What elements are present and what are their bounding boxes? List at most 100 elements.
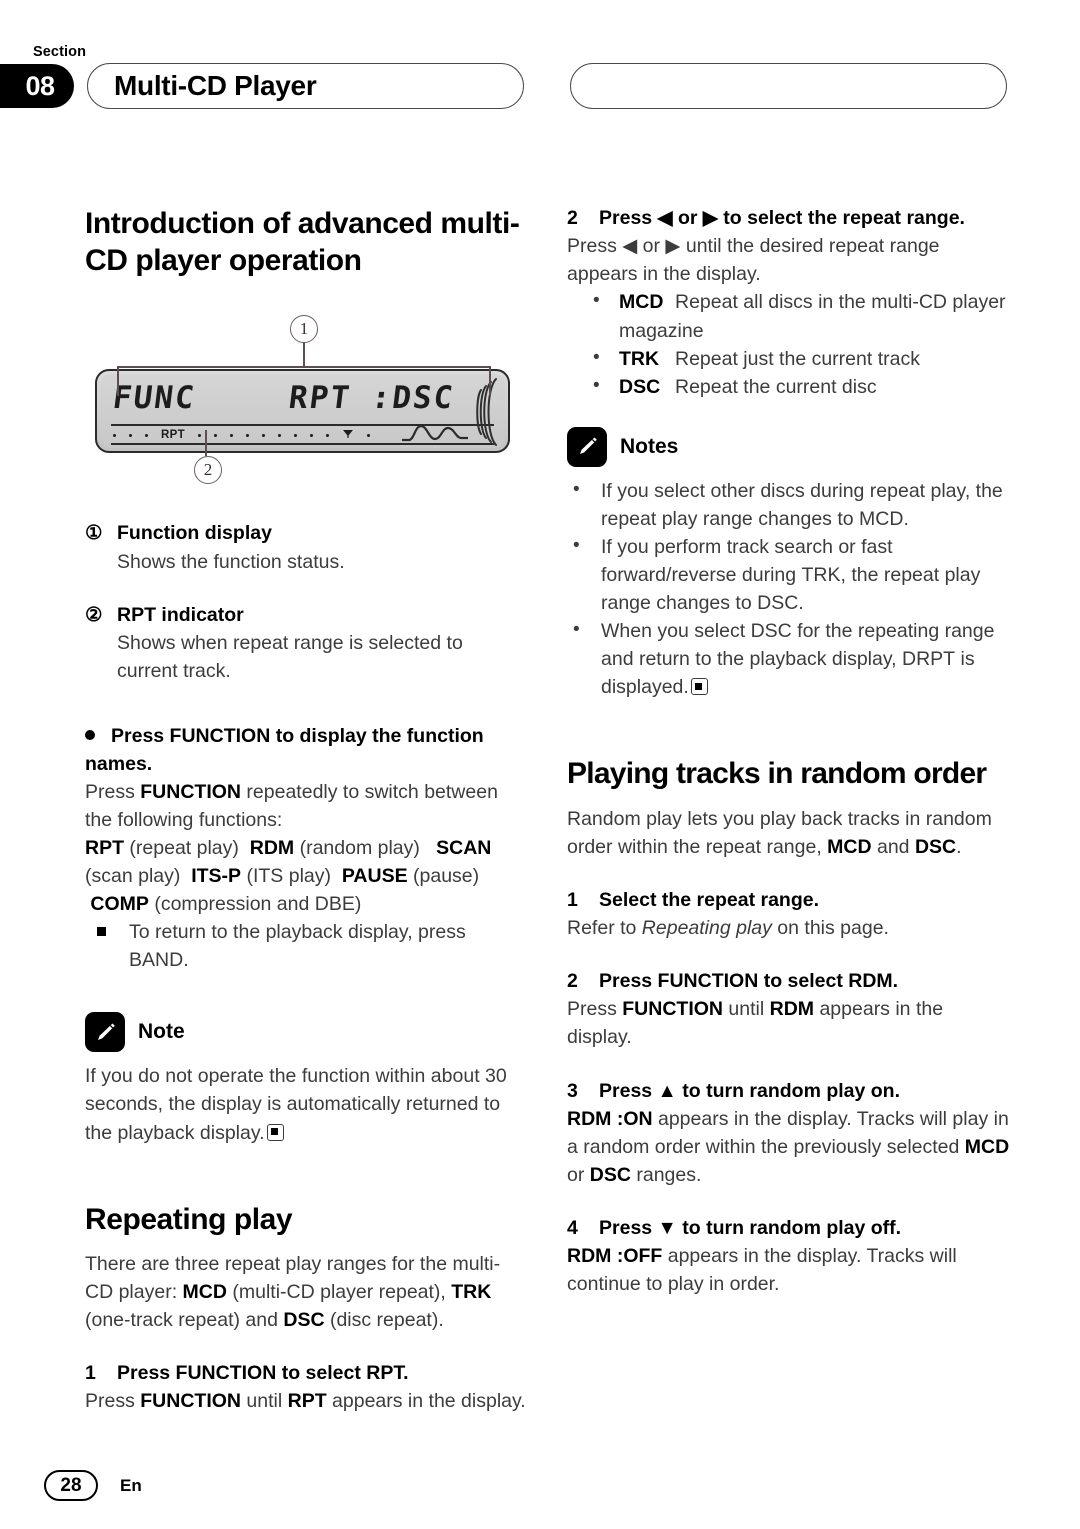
function-names-heading: Press FUNCTION to display the function n… — [85, 723, 528, 778]
note-title: Note — [138, 1020, 185, 1044]
lcd-dot — [229, 433, 233, 437]
lcd-display-figure: 1 FUNC RPT :DSC RPT 2 — [85, 297, 528, 507]
function-names-intro: Press FUNCTION repeatedly to switch betw… — [85, 778, 528, 834]
note-body-text: If you do not operate the function withi… — [85, 1065, 507, 1144]
function-code-itsp: ITS-P — [191, 865, 242, 888]
notes-title: Notes — [620, 434, 679, 458]
callout-2-title: RPT indicator — [117, 603, 244, 626]
section-label: Section — [33, 44, 87, 60]
page-header: Section 08 Multi-CD Player — [0, 38, 1080, 113]
lcd-eq-curve-icon — [400, 423, 470, 443]
function-code-pause: PAUSE — [341, 865, 408, 888]
rs1-rpt-code: RPT — [287, 1390, 327, 1413]
function-code-comp: COMP — [90, 893, 149, 916]
repeating-step-1-number: 1 — [85, 1362, 96, 1384]
pencil-icon — [567, 426, 607, 467]
chapter-title-pill-right-empty — [570, 63, 1007, 109]
function-desc-scan: (scan play) — [85, 865, 181, 888]
rp-code-trk: TRK — [451, 1280, 492, 1303]
range-code-mcd: MCD — [619, 291, 664, 314]
lcd-dot — [366, 433, 370, 437]
rs1-a: Press — [85, 1390, 141, 1413]
function-desc-rpt: (repeat play) — [129, 836, 239, 859]
section-heading-intro: Introduction of advanced multi-CD player… — [85, 207, 520, 278]
lcd-function-text: FUNC — [110, 380, 198, 417]
lcd-dot — [245, 433, 249, 437]
lcd-dot — [197, 433, 201, 437]
repeating-play-intro: There are three repeat play ranges for t… — [85, 1250, 528, 1334]
repeat-range-list: MCDRepeat all discs in the multi-CD play… — [567, 287, 1010, 401]
repeat-step-2-title: Press ◀ or ▶ to select the repeat range. — [599, 207, 965, 229]
repeating-step-1-title: Press FUNCTION to select RPT. — [117, 1362, 409, 1384]
lcd-dot — [277, 433, 281, 437]
random-step-4-body: RDM :OFF appears in the display. Tracks … — [567, 1242, 1010, 1298]
lcd-panel: FUNC RPT :DSC RPT — [95, 369, 510, 454]
callout-1-circle-number: ① — [85, 522, 103, 545]
callout-2-heading: ② RPT indicator — [85, 602, 528, 629]
list-item: DSC Repeat the current disc — [589, 372, 1010, 401]
lcd-dot — [309, 433, 313, 437]
rp-intro-d: (disc repeat). — [324, 1308, 444, 1331]
callout-marker-1: 1 — [290, 315, 318, 344]
note-2-code-trk: TRK — [801, 564, 841, 586]
lcd-rpt-indicator: RPT — [161, 429, 185, 442]
section-number-badge: 08 — [0, 64, 74, 108]
random-step-4-title: Press ▼ to turn random play off. — [599, 1217, 902, 1240]
band-note-pre: To return to the playback display, press — [129, 921, 466, 944]
rs1-tail: on this page. — [771, 917, 889, 940]
pencil-icon — [85, 1012, 125, 1053]
note-3-code-drpt: DRPT — [901, 648, 956, 671]
random-step-2-body: Press FUNCTION until RDM appears in the … — [567, 995, 1010, 1051]
ri-code-dsc: DSC — [914, 835, 957, 858]
rs1-c: until — [241, 1390, 288, 1413]
rs2-b: until — [723, 998, 770, 1021]
list-item: TRK Repeat just the current track — [589, 344, 1010, 373]
callout-2-body: Shows when repeat range is selected to c… — [117, 632, 463, 683]
range-desc-trk: Repeat just the current track — [675, 347, 920, 370]
function-code-rdm: RDM — [249, 836, 295, 859]
random-step-1-title: Select the repeat range. — [599, 888, 820, 911]
random-intro: Random play lets you play back tracks in… — [567, 805, 1010, 861]
rs1-e: appears in the display. — [326, 1390, 526, 1413]
rs3-mcd-code: MCD — [964, 1135, 1010, 1158]
band-note-post: . — [183, 949, 189, 972]
section-heading-random-order: Playing tracks in random order — [567, 757, 987, 791]
lcd-dot — [213, 433, 217, 437]
rs2-rdm-code: RDM — [769, 998, 815, 1021]
notes-header: Notes — [567, 426, 1010, 467]
rs1-function-key: FUNCTION — [140, 1390, 242, 1413]
range-desc-dsc: Repeat the current disc — [675, 375, 877, 398]
range-desc-mcd: Repeat all discs in the multi-CD player … — [619, 291, 1006, 342]
end-of-note-marker-icon — [266, 1123, 284, 1141]
list-item: If you perform track search or fast forw… — [567, 532, 1010, 617]
rs2-function-key: FUNCTION — [622, 998, 724, 1021]
section-heading-repeating-play: Repeating play — [85, 1202, 293, 1236]
rs3-d: or — [567, 1164, 590, 1187]
lcd-divider-lower — [111, 443, 494, 446]
band-return-note: To return to the playback display, press… — [85, 918, 528, 974]
random-step-3-title: Press ▲ to turn random play on. — [599, 1079, 901, 1102]
function-list: RPT (repeat play) RDM (random play) SCAN… — [85, 834, 528, 918]
lcd-indicator-row: RPT — [113, 428, 370, 442]
random-step-3-heading: 3 Press ▲ to turn random play on. — [567, 1078, 1010, 1105]
list-item: When you select DSC for the repeating ra… — [567, 616, 1010, 701]
callout-1-title: Function display — [117, 522, 272, 545]
function-key-label: FUNCTION — [140, 780, 242, 803]
leader-line-1-right-drop — [489, 366, 491, 397]
repeat-step-2-number: 2 — [567, 207, 578, 229]
repeating-step-1-heading: 1 Press FUNCTION to select RPT. — [85, 1360, 528, 1387]
rp-code-dsc: DSC — [283, 1308, 325, 1331]
note-3-a: When you select — [601, 620, 751, 643]
lcd-repeat-range-text: RPT :DSC — [286, 380, 457, 417]
lcd-dot — [129, 433, 132, 437]
note-header: Note — [85, 1012, 528, 1053]
rs1-cross-reference: Repeating play — [641, 917, 772, 940]
callout-2-circle-number: ② — [85, 603, 103, 626]
page-footer: 28 En — [44, 1470, 142, 1501]
note-1-code-mcd: MCD — [859, 507, 904, 530]
rs4-rdm-off-code: RDM :OFF — [567, 1245, 663, 1268]
random-step-2-title: Press FUNCTION to select RDM. — [599, 970, 899, 993]
note-1-b: . — [903, 507, 909, 530]
lcd-dot — [145, 433, 148, 437]
filled-circle-bullet-icon — [85, 730, 95, 741]
